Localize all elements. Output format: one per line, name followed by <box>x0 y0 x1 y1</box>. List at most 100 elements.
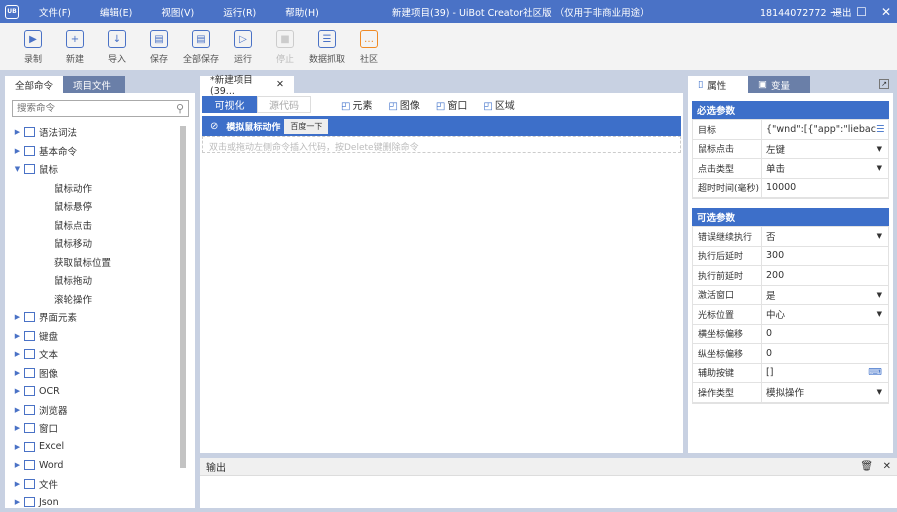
tree-subitem[interactable]: 滚轮操作 <box>13 290 195 309</box>
chevron-right-icon[interactable]: ▶ <box>13 350 22 358</box>
dropdown-arrow-icon[interactable]: ▼ <box>877 145 882 153</box>
chevron-right-icon[interactable]: ▶ <box>13 406 22 414</box>
tree-subitem[interactable]: 鼠标移动 <box>13 234 195 253</box>
param-value[interactable]: 是 ▼ <box>762 286 888 305</box>
search-box[interactable]: ⚲ <box>12 100 189 117</box>
param-value[interactable]: 中心 ▼ <box>762 305 888 324</box>
maximize-icon[interactable]: ☐ <box>856 5 867 19</box>
capture-tool-button[interactable]: ◰ 窗口 <box>436 97 467 112</box>
community-button[interactable]: … 社区 <box>348 23 390 70</box>
tab-properties[interactable]: ▯ 属性 <box>688 76 748 93</box>
dropdown-arrow-icon[interactable]: ▼ <box>877 310 882 318</box>
dropdown-arrow-icon[interactable]: ▼ <box>877 164 882 172</box>
new-icon: + <box>66 30 84 48</box>
tab-project-files[interactable]: 项目文件 <box>63 76 125 93</box>
data-scrape-button[interactable]: ☰ 数据抓取 <box>306 23 348 70</box>
chevron-right-icon[interactable]: ▶ <box>13 147 22 155</box>
save-all-button[interactable]: ▤ 全部保存 <box>180 23 222 70</box>
tree-item[interactable]: ▶ 窗口 <box>13 419 195 438</box>
param-value[interactable]: 0 <box>762 325 888 344</box>
param-value[interactable]: {"wnd":[{"app":"liebac ☰ <box>762 120 888 139</box>
capture-tool-button[interactable]: ◰ 区域 <box>483 97 514 112</box>
tree-item[interactable]: ▶ 键盘 <box>13 327 195 346</box>
tree-item[interactable]: ▶ 图像 <box>13 364 195 383</box>
param-value[interactable]: 200 <box>762 266 888 285</box>
command-block[interactable]: ⊘ 模拟鼠标动作 百度一下 <box>202 116 681 136</box>
dropdown-arrow-icon[interactable]: ▼ <box>877 291 882 299</box>
param-value[interactable]: 300 <box>762 247 888 266</box>
block-target-button[interactable]: 百度一下 <box>284 118 329 134</box>
capture-tool-button[interactable]: ◰ 元素 <box>341 97 372 112</box>
chevron-right-icon[interactable]: ▶ <box>13 461 22 469</box>
import-button[interactable]: ↓ 导入 <box>96 23 138 70</box>
tab-variables[interactable]: ▣ 变量 <box>748 76 810 93</box>
tree-item[interactable]: ▶ Json <box>13 493 195 512</box>
scrollbar[interactable] <box>180 126 186 468</box>
search-icon[interactable]: ⚲ <box>176 102 184 115</box>
tree-item[interactable]: ▶ 语法词法 <box>13 123 195 142</box>
param-value[interactable]: 10000 <box>762 179 888 198</box>
dropdown-arrow-icon[interactable]: ▼ <box>877 232 882 240</box>
chevron-right-icon[interactable]: ▶ <box>13 480 22 488</box>
properties-panel: ▯ 属性 ▣ 变量 ↗ 必选参数 目标 {"wnd":[{"app":"liebac ☰… <box>688 76 893 453</box>
list-icon[interactable]: ☰ <box>876 124 885 135</box>
menu-item[interactable]: 视图(V) <box>161 5 194 19</box>
menu-item[interactable]: 编辑(E) <box>100 5 132 19</box>
param-value[interactable]: 左键 ▼ <box>762 140 888 159</box>
stop-button[interactable]: ■ 停止 <box>264 23 306 70</box>
close-icon[interactable]: ✕ <box>881 5 891 19</box>
tree-item[interactable]: ▶ 文本 <box>13 345 195 364</box>
tree-subitem[interactable]: 鼠标拖动 <box>13 271 195 290</box>
clear-icon[interactable]: 🗑 <box>860 461 873 472</box>
tree-item[interactable]: ▶ Excel <box>13 438 195 457</box>
chevron-right-icon[interactable]: ▶ <box>13 369 22 377</box>
param-value[interactable]: 模拟操作 ▼ <box>762 383 888 402</box>
tree-subitem[interactable]: 鼠标动作 <box>13 179 195 198</box>
menu-item[interactable]: 帮助(H) <box>285 5 319 19</box>
chevron-right-icon[interactable]: ▶ <box>13 443 22 451</box>
chevron-right-icon[interactable]: ▶ <box>13 128 22 136</box>
search-input[interactable] <box>17 103 157 114</box>
source-view-button[interactable]: 源代码 <box>257 96 311 113</box>
tree-item[interactable]: ▶ 界面元素 <box>13 308 195 327</box>
close-output-icon[interactable]: ✕ <box>883 461 891 472</box>
record-button[interactable]: ▶ 录制 <box>12 23 54 70</box>
tab-all-commands[interactable]: 全部命令 <box>5 76 63 93</box>
tree-item[interactable]: ▶ 基本命令 <box>13 142 195 161</box>
param-value[interactable]: 否 ▼ <box>762 227 888 246</box>
param-value[interactable]: 单击 ▼ <box>762 159 888 178</box>
capture-tool-button[interactable]: ◰ 图像 <box>388 97 419 112</box>
close-tab-icon[interactable]: ✕ <box>276 79 284 90</box>
param-value[interactable]: [] ⌨ <box>762 364 888 383</box>
chevron-right-icon[interactable]: ▶ <box>13 332 22 340</box>
tool-label: 区域 <box>494 101 515 112</box>
chevron-right-icon[interactable]: ▶ <box>13 313 22 321</box>
chevron-right-icon[interactable]: ▶ <box>13 424 22 432</box>
chevron-right-icon[interactable]: ▶ <box>13 498 22 506</box>
toolbar-label: 全部保存 <box>182 55 219 65</box>
tab-project[interactable]: *新建项目(39... ✕ <box>200 75 294 97</box>
run-button[interactable]: ▷ 运行 <box>222 23 264 70</box>
param-value[interactable]: 0 <box>762 344 888 363</box>
keyboard-icon[interactable]: ⌨ <box>868 367 882 378</box>
popout-icon[interactable]: ↗ <box>879 79 889 89</box>
tree-subitem[interactable]: 获取鼠标位置 <box>13 253 195 272</box>
tree-item[interactable]: ▶ 文件 <box>13 475 195 494</box>
menu-item[interactable]: 运行(R) <box>223 5 256 19</box>
tree-item[interactable]: ▼ 鼠标 <box>13 160 195 179</box>
menu-item[interactable]: 文件(F) <box>39 5 71 19</box>
save-button[interactable]: ▤ 保存 <box>138 23 180 70</box>
tree-subitem[interactable]: 鼠标悬停 <box>13 197 195 216</box>
tree-item[interactable]: ▶ 浏览器 <box>13 401 195 420</box>
tree-item[interactable]: ▶ Word <box>13 456 195 475</box>
chevron-right-icon[interactable]: ▶ <box>13 387 22 395</box>
chevron-down-icon[interactable]: ▼ <box>13 165 22 173</box>
visual-view-button[interactable]: 可视化 <box>202 96 257 113</box>
new-button[interactable]: + 新建 <box>54 23 96 70</box>
param-label: 操作类型 <box>693 383 762 402</box>
tree-item[interactable]: ▶ OCR <box>13 382 195 401</box>
tree-subitem[interactable]: 鼠标点击 <box>13 216 195 235</box>
minimize-icon[interactable]: — <box>830 5 842 19</box>
dropdown-arrow-icon[interactable]: ▼ <box>877 388 882 396</box>
block-title: 模拟鼠标动作 <box>226 122 281 133</box>
